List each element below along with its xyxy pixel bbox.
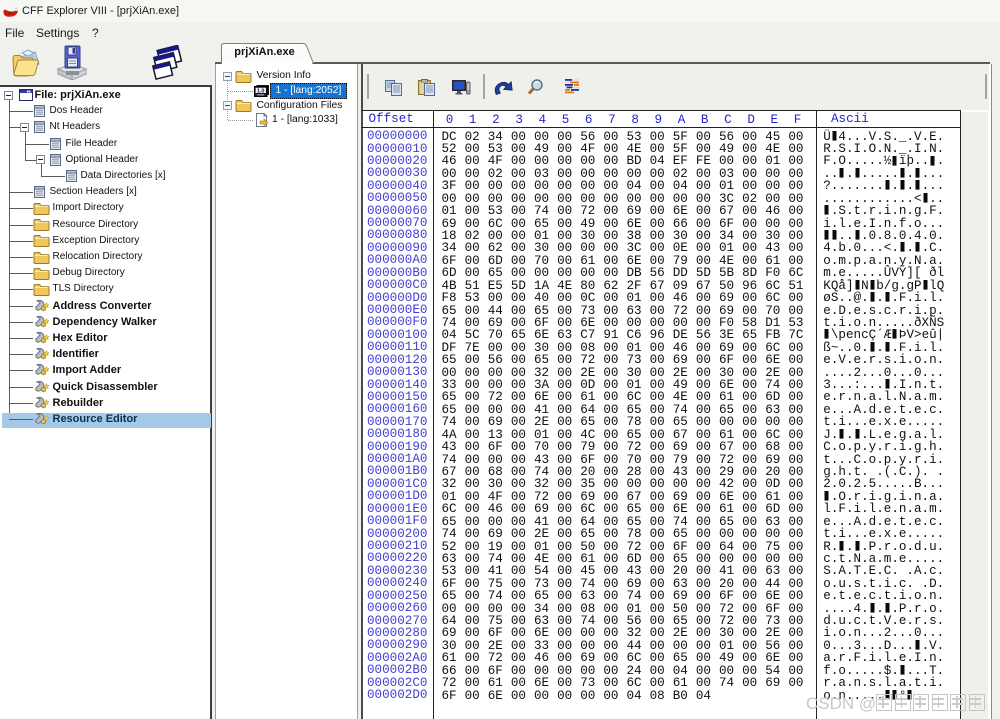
svg-text:1.0: 1.0 bbox=[257, 88, 265, 94]
